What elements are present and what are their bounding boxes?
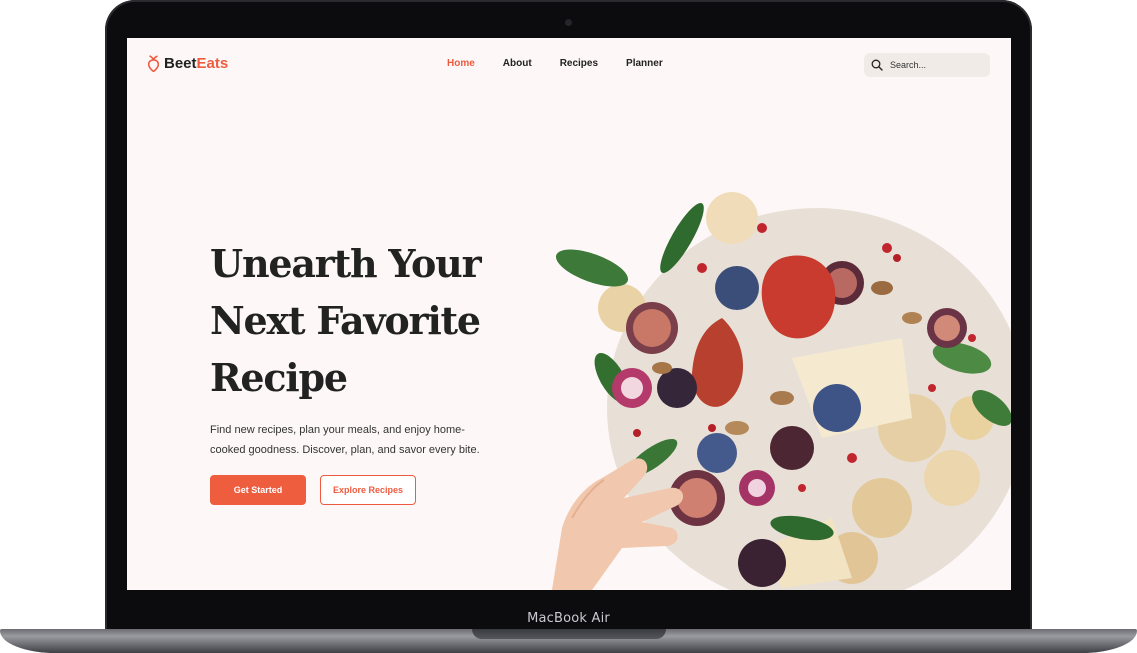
explore-recipes-button[interactable]: Explore Recipes <box>320 475 416 505</box>
hero-subtitle: Find new recipes, plan your meals, and e… <box>210 424 480 456</box>
camera-icon <box>565 19 572 26</box>
website-screen: BeetEats Home About Recipes Planner Unea… <box>127 38 1011 590</box>
brand-name-part2: Eats <box>196 55 229 72</box>
nav-home[interactable]: Home <box>447 58 475 69</box>
get-started-button[interactable]: Get Started <box>210 475 306 505</box>
hero-title-line-1: Unearth Your <box>210 241 482 286</box>
main-nav: Home About Recipes Planner <box>447 58 663 69</box>
nav-recipes[interactable]: Recipes <box>560 58 598 69</box>
search-input[interactable] <box>888 59 982 71</box>
nav-about[interactable]: About <box>503 58 532 69</box>
food-platter-image <box>552 192 1011 590</box>
hero-title-line-3: Recipe <box>210 355 348 400</box>
nav-planner[interactable]: Planner <box>626 58 663 69</box>
search-bar[interactable] <box>864 53 990 77</box>
brand-logo[interactable]: BeetEats <box>147 55 228 72</box>
brand-name: BeetEats <box>164 55 228 72</box>
device-label: MacBook Air <box>527 611 610 626</box>
laptop-notch <box>472 629 666 639</box>
hero-title-line-2: Next Favorite <box>210 298 481 343</box>
search-icon <box>871 59 883 71</box>
brand-name-part1: Beet <box>164 55 197 72</box>
hero-title: Unearth Your Next Favorite Recipe <box>210 235 510 406</box>
header: BeetEats Home About Recipes Planner <box>127 38 1011 94</box>
beet-icon <box>147 55 160 72</box>
